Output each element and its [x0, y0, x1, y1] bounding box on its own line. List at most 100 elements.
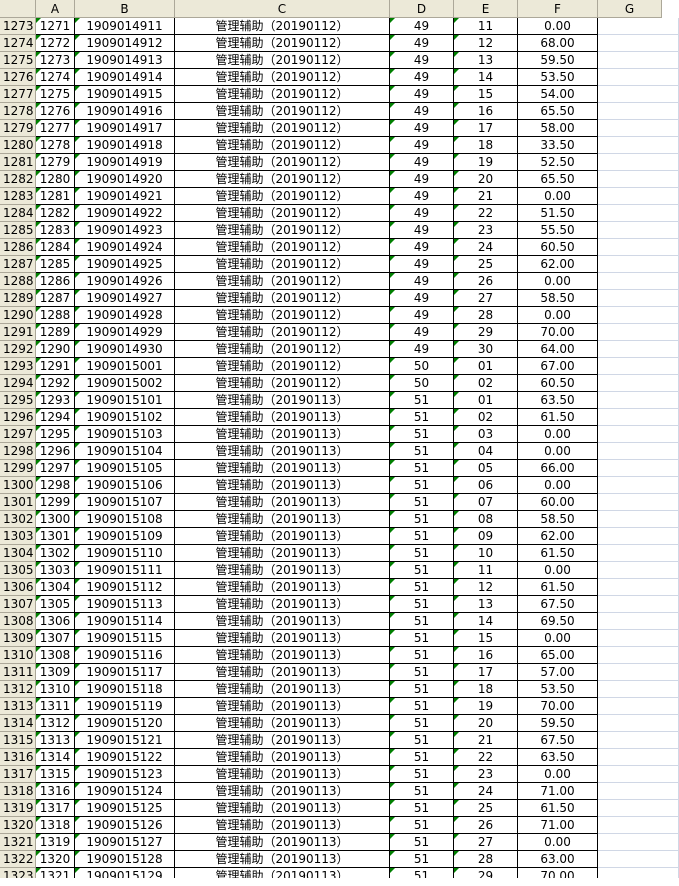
cell-d[interactable]: 51: [390, 766, 454, 783]
cell-d[interactable]: 49: [390, 222, 454, 239]
cell-g[interactable]: [598, 800, 679, 817]
cell-d[interactable]: 49: [390, 307, 454, 324]
cell-a[interactable]: 1298: [36, 477, 75, 494]
row-header[interactable]: 1319: [0, 800, 36, 817]
cell-a[interactable]: 1281: [36, 188, 75, 205]
cell-c[interactable]: 管理辅助（20190112）: [175, 18, 390, 35]
cell-d[interactable]: 51: [390, 443, 454, 460]
cell-b[interactable]: 1909015114: [75, 613, 175, 630]
cell-c[interactable]: 管理辅助（20190113）: [175, 749, 390, 766]
row-header[interactable]: 1279: [0, 120, 36, 137]
cell-g[interactable]: [598, 545, 679, 562]
cell-d[interactable]: 49: [390, 86, 454, 103]
cell-d[interactable]: 51: [390, 800, 454, 817]
cell-c[interactable]: 管理辅助（20190113）: [175, 698, 390, 715]
cell-b[interactable]: 1909015110: [75, 545, 175, 562]
cell-a[interactable]: 1280: [36, 171, 75, 188]
cell-f[interactable]: 70.00: [518, 324, 598, 341]
row-header[interactable]: 1305: [0, 562, 36, 579]
cell-f[interactable]: 65.50: [518, 103, 598, 120]
cell-e[interactable]: 18: [454, 681, 518, 698]
cell-c[interactable]: 管理辅助（20190112）: [175, 222, 390, 239]
cell-a[interactable]: 1307: [36, 630, 75, 647]
cell-g[interactable]: [598, 222, 679, 239]
cell-c[interactable]: 管理辅助（20190113）: [175, 579, 390, 596]
cell-b[interactable]: 1909015123: [75, 766, 175, 783]
cell-a[interactable]: 1313: [36, 732, 75, 749]
cell-c[interactable]: 管理辅助（20190112）: [175, 273, 390, 290]
cell-g[interactable]: [598, 188, 679, 205]
cell-e[interactable]: 15: [454, 86, 518, 103]
cell-d[interactable]: 51: [390, 817, 454, 834]
cell-g[interactable]: [598, 120, 679, 137]
cell-f[interactable]: 52.50: [518, 154, 598, 171]
row-header[interactable]: 1280: [0, 137, 36, 154]
cell-e[interactable]: 11: [454, 562, 518, 579]
cell-g[interactable]: [598, 103, 679, 120]
row-header[interactable]: 1322: [0, 851, 36, 868]
row-header[interactable]: 1303: [0, 528, 36, 545]
cell-c[interactable]: 管理辅助（20190113）: [175, 732, 390, 749]
cell-b[interactable]: 1909014929: [75, 324, 175, 341]
cell-e[interactable]: 27: [454, 834, 518, 851]
cell-e[interactable]: 22: [454, 205, 518, 222]
row-header[interactable]: 1277: [0, 86, 36, 103]
column-header-d[interactable]: D: [390, 0, 454, 18]
cell-a[interactable]: 1304: [36, 579, 75, 596]
cell-a[interactable]: 1296: [36, 443, 75, 460]
cell-f[interactable]: 51.50: [518, 205, 598, 222]
cell-c[interactable]: 管理辅助（20190112）: [175, 120, 390, 137]
cell-g[interactable]: [598, 137, 679, 154]
cell-a[interactable]: 1314: [36, 749, 75, 766]
cell-b[interactable]: 1909015116: [75, 647, 175, 664]
cell-g[interactable]: [598, 460, 679, 477]
cell-f[interactable]: 55.50: [518, 222, 598, 239]
cell-f[interactable]: 71.00: [518, 783, 598, 800]
cell-b[interactable]: 1909014912: [75, 35, 175, 52]
cell-e[interactable]: 29: [454, 324, 518, 341]
cell-b[interactable]: 1909014911: [75, 18, 175, 35]
cell-g[interactable]: [598, 681, 679, 698]
cell-e[interactable]: 04: [454, 443, 518, 460]
row-header[interactable]: 1294: [0, 375, 36, 392]
cell-c[interactable]: 管理辅助（20190113）: [175, 783, 390, 800]
cell-g[interactable]: [598, 630, 679, 647]
row-header[interactable]: 1282: [0, 171, 36, 188]
cell-a[interactable]: 1285: [36, 256, 75, 273]
cell-b[interactable]: 1909014930: [75, 341, 175, 358]
cell-d[interactable]: 49: [390, 188, 454, 205]
cell-c[interactable]: 管理辅助（20190112）: [175, 239, 390, 256]
cell-f[interactable]: 63.50: [518, 392, 598, 409]
cell-f[interactable]: 63.00: [518, 851, 598, 868]
cell-a[interactable]: 1320: [36, 851, 75, 868]
cell-e[interactable]: 23: [454, 766, 518, 783]
cell-b[interactable]: 1909014926: [75, 273, 175, 290]
cell-a[interactable]: 1276: [36, 103, 75, 120]
cell-f[interactable]: 0.00: [518, 630, 598, 647]
cell-e[interactable]: 17: [454, 120, 518, 137]
cell-e[interactable]: 17: [454, 664, 518, 681]
cell-e[interactable]: 16: [454, 647, 518, 664]
cell-e[interactable]: 14: [454, 69, 518, 86]
cell-a[interactable]: 1309: [36, 664, 75, 681]
cell-d[interactable]: 51: [390, 511, 454, 528]
cell-a[interactable]: 1282: [36, 205, 75, 222]
cell-g[interactable]: [598, 477, 679, 494]
cell-g[interactable]: [598, 205, 679, 222]
row-header[interactable]: 1315: [0, 732, 36, 749]
cell-c[interactable]: 管理辅助（20190112）: [175, 35, 390, 52]
cell-f[interactable]: 0.00: [518, 188, 598, 205]
cell-f[interactable]: 60.00: [518, 494, 598, 511]
cell-c[interactable]: 管理辅助（20190112）: [175, 375, 390, 392]
cell-d[interactable]: 49: [390, 120, 454, 137]
cell-e[interactable]: 30: [454, 341, 518, 358]
cell-d[interactable]: 49: [390, 35, 454, 52]
cell-b[interactable]: 1909014923: [75, 222, 175, 239]
row-header[interactable]: 1321: [0, 834, 36, 851]
cell-e[interactable]: 07: [454, 494, 518, 511]
cell-b[interactable]: 1909014913: [75, 52, 175, 69]
cell-c[interactable]: 管理辅助（20190113）: [175, 443, 390, 460]
cell-d[interactable]: 49: [390, 18, 454, 35]
cell-d[interactable]: 51: [390, 851, 454, 868]
cell-c[interactable]: 管理辅助（20190113）: [175, 800, 390, 817]
